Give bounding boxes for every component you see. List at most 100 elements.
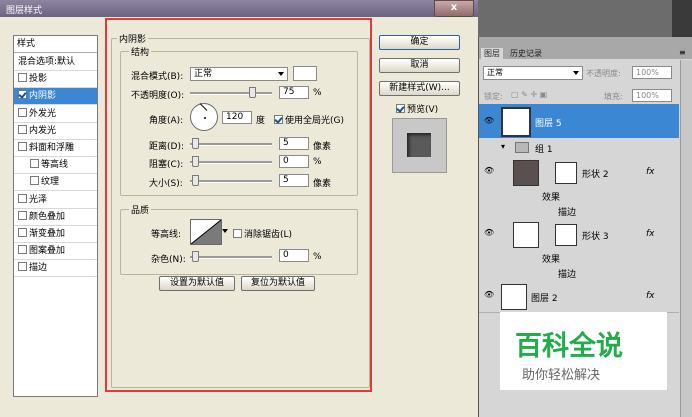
checkbox-icon[interactable]	[18, 193, 27, 203]
layer-name: 效果	[542, 193, 561, 203]
layer-row[interactable]: 描边	[479, 265, 679, 281]
close-button[interactable]: x	[434, 0, 474, 17]
cancel-button[interactable]: 取消	[379, 58, 460, 73]
layer-name: 图层 2	[531, 294, 558, 304]
eye-icon[interactable]: 👁	[484, 117, 494, 125]
fx-icon[interactable]: fx	[646, 229, 655, 239]
style-item-label: 光泽	[29, 194, 48, 205]
dialog-titlebar: 图层样式	[0, 0, 478, 17]
style-item[interactable]: 混合选项:默认	[14, 54, 97, 71]
fx-icon[interactable]: fx	[646, 167, 655, 177]
style-item[interactable]: 描边	[14, 260, 97, 278]
preview-label: 预览(V)	[407, 105, 439, 115]
styles-list: 样式 混合选项:默认投影内阴影外发光内发光斜面和浮雕等高线纹理光泽颜色叠加渐变叠…	[13, 35, 98, 397]
layer-blend-select[interactable]: 正常	[483, 66, 583, 80]
layer-name: 图层 5	[535, 119, 562, 129]
style-item-label: 内阴影	[29, 91, 57, 102]
layer-row[interactable]: 效果	[479, 250, 679, 266]
preview-checkbox[interactable]: 预览(V)	[396, 102, 438, 115]
style-item[interactable]: 内发光	[14, 123, 97, 140]
layer-name: 形状 2	[582, 170, 609, 180]
style-item-label: 渐变叠加	[29, 229, 66, 239]
layer-name: 效果	[542, 255, 561, 265]
style-item[interactable]: 纹理	[14, 174, 97, 192]
layer-row[interactable]: 效果	[479, 188, 679, 204]
checkbox-icon[interactable]	[18, 124, 27, 134]
layer-row[interactable]: 描边	[479, 203, 679, 219]
eye-icon[interactable]: 👁	[484, 167, 494, 175]
style-item-label: 斜面和浮雕	[29, 143, 75, 153]
chevron-down-icon[interactable]: ▾	[501, 142, 505, 151]
panel-menu-icon[interactable]: ≡	[679, 48, 686, 57]
style-item[interactable]: 外发光	[14, 106, 97, 123]
workspace-background	[478, 0, 672, 37]
layer-opacity-label: 不透明度:	[586, 69, 621, 78]
style-item[interactable]: 光泽	[14, 192, 97, 209]
tab-layers[interactable]: 图层	[481, 48, 503, 59]
layer-blend-value: 正常	[487, 68, 503, 77]
watermark: 百科全说 助你轻松解决	[500, 312, 667, 390]
vector-mask-thumbnail	[555, 162, 577, 184]
highlight-frame	[105, 18, 372, 392]
layer-row[interactable]: 👁 形状 3 fx	[479, 218, 679, 251]
style-item-label: 等高线	[41, 160, 69, 171]
panel-tabs: 图层 历史记录 ≡	[479, 37, 692, 59]
layer-opacity-input[interactable]: 100%	[632, 66, 672, 79]
checkbox-checked-icon[interactable]	[18, 90, 27, 100]
style-preview	[392, 118, 447, 173]
ok-button[interactable]: 确定	[379, 35, 460, 50]
lock-icons[interactable]: ▢ ✎ ✛ ▣	[511, 90, 547, 99]
checkbox-icon[interactable]	[18, 73, 27, 83]
eye-icon[interactable]: 👁	[484, 229, 494, 237]
style-item[interactable]: 等高线	[14, 157, 97, 175]
checkbox-icon[interactable]	[18, 210, 27, 220]
panel-dock-strip	[672, 0, 692, 37]
layer-name: 形状 3	[582, 232, 609, 242]
style-item[interactable]: 颜色叠加	[14, 209, 97, 226]
checkbox-icon[interactable]	[18, 262, 27, 272]
layer-row[interactable]: 👁 图层 5	[479, 104, 679, 139]
style-item[interactable]: 渐变叠加	[14, 226, 97, 243]
folder-icon	[515, 142, 529, 153]
style-preview-swatch	[407, 133, 431, 157]
style-item[interactable]: 内阴影	[14, 88, 97, 106]
fx-icon[interactable]: fx	[646, 291, 655, 301]
layer-row[interactable]: 👁 形状 2 fx	[479, 156, 679, 189]
style-item-label: 混合选项:默认	[18, 57, 76, 67]
checkbox-icon[interactable]	[30, 159, 39, 169]
dialog-title: 图层样式	[6, 6, 43, 16]
checkbox-icon[interactable]	[18, 228, 27, 237]
layer-thumbnail	[513, 222, 539, 248]
layer-thumbnail	[513, 160, 539, 186]
layers-scrollbar[interactable]	[680, 60, 692, 417]
chevron-down-icon	[573, 71, 579, 75]
eye-icon[interactable]: 👁	[484, 291, 494, 299]
layer-name: 描边	[558, 208, 577, 218]
fill-label: 填充:	[604, 92, 623, 101]
watermark-title: 百科全说	[515, 331, 623, 362]
layer-name: 描边	[558, 270, 577, 280]
style-item-label: 图案叠加	[29, 246, 66, 257]
layer-row[interactable]: ▾ 组 1	[479, 138, 679, 157]
checkbox-checked-icon	[396, 104, 405, 113]
layer-row[interactable]: 👁 图层 2 fx	[479, 280, 679, 313]
checkbox-icon[interactable]	[18, 142, 27, 151]
style-item-label: 内发光	[29, 125, 57, 136]
checkbox-icon[interactable]	[18, 245, 27, 255]
layer-name: 组 1	[535, 145, 553, 155]
tab-history[interactable]: 历史记录	[507, 48, 545, 59]
checkbox-icon[interactable]	[30, 176, 39, 186]
style-item[interactable]: 图案叠加	[14, 243, 97, 261]
lock-label: 锁定:	[484, 92, 503, 101]
watermark-subtitle: 助你轻松解决	[522, 368, 601, 383]
style-item-label: 描边	[29, 263, 48, 274]
new-style-button[interactable]: 新建样式(W)...	[379, 81, 460, 96]
layer-style-dialog: 图层样式 x 样式 混合选项:默认投影内阴影外发光内发光斜面和浮雕等高线纹理光泽…	[0, 0, 479, 417]
fill-input[interactable]: 100%	[632, 89, 672, 102]
styles-header[interactable]: 样式	[14, 36, 97, 53]
style-item[interactable]: 投影	[14, 71, 97, 89]
checkbox-icon[interactable]	[18, 107, 27, 117]
style-item-label: 外发光	[29, 108, 57, 119]
style-item[interactable]: 斜面和浮雕	[14, 140, 97, 157]
style-item-label: 颜色叠加	[29, 211, 66, 222]
